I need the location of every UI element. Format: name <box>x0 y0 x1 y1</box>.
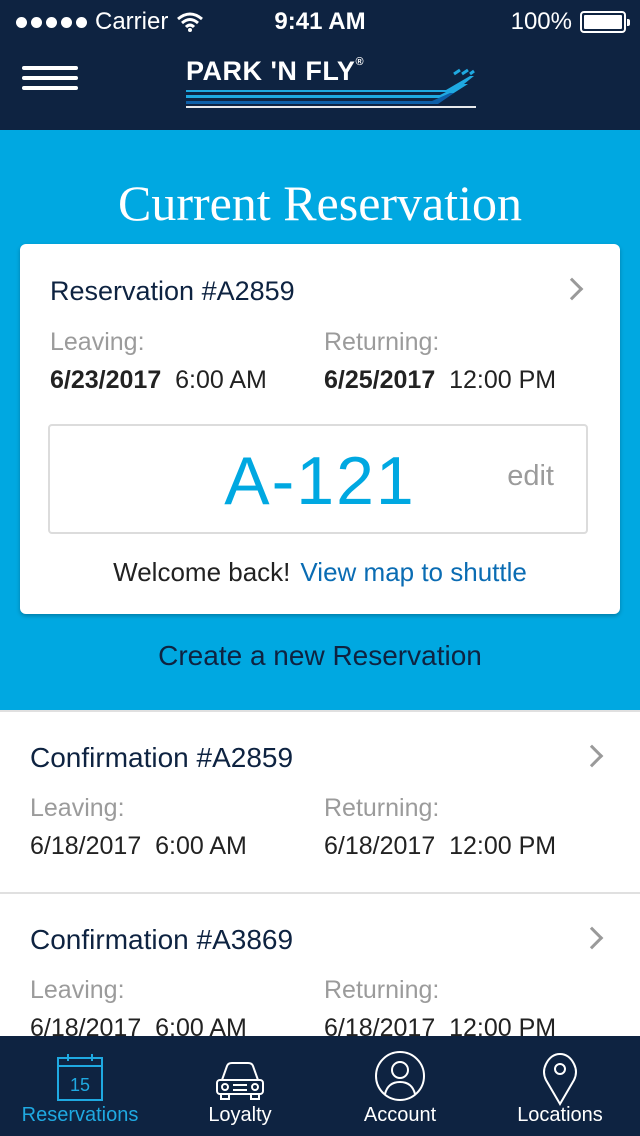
tab-reservations[interactable]: 15 Reservations <box>0 1036 160 1136</box>
confirmation-number: Confirmation #A2859 <box>30 742 294 773</box>
leaving-value: 6/18/2017 6:00 AM <box>30 832 247 860</box>
chevron-right-icon[interactable] <box>580 926 604 950</box>
leaving-label: Leaving: <box>30 794 125 822</box>
edit-spot-button[interactable]: edit <box>507 460 554 493</box>
battery-percent: 100% <box>510 8 572 35</box>
returning-label: Returning: <box>324 328 440 356</box>
app-header: Carrier 9:41 AM 100% PARK 'N FLY® <box>0 0 640 130</box>
tab-account[interactable]: Account <box>320 1036 480 1136</box>
create-reservation-link[interactable]: Create a new Reservation <box>0 640 640 672</box>
leaving-label: Leaving: <box>30 976 125 1004</box>
tab-label: Loyalty <box>208 1104 272 1126</box>
battery-icon <box>580 11 630 33</box>
calendar-icon: 15 <box>57 1054 103 1101</box>
returning-label: Returning: <box>324 794 440 822</box>
park-n-fly-logo: PARK 'N FLY® <box>184 56 476 112</box>
list-item[interactable]: Confirmation #A2859 Leaving: 6/18/2017 6… <box>0 710 640 892</box>
tab-bar: 15 Reservations Loyalty Account Location… <box>0 1036 640 1136</box>
logo-swoosh-icon <box>186 68 476 108</box>
confirmation-number: Confirmation #A3869 <box>30 924 294 955</box>
current-reservation-section: Current Reservation Reservation #A2859 L… <box>0 130 640 710</box>
tab-label: Account <box>363 1104 437 1126</box>
leaving-value: 6/23/2017 6:00 AM <box>50 366 267 395</box>
location-pin-icon <box>543 1052 577 1106</box>
tab-label: Locations <box>517 1104 603 1126</box>
status-bar: Carrier 9:41 AM 100% <box>0 0 640 44</box>
returning-value: 6/25/2017 12:00 PM <box>324 366 556 395</box>
returning-value: 6/18/2017 12:00 PM <box>324 832 557 860</box>
leaving-label: Leaving: <box>50 328 145 356</box>
returning-label: Returning: <box>324 976 440 1004</box>
user-icon <box>375 1051 425 1101</box>
current-reservation-card[interactable]: Reservation #A2859 Leaving: 6/23/2017 6:… <box>20 244 620 614</box>
calendar-day: 15 <box>70 1075 90 1095</box>
reservation-number: Reservation #A2859 <box>50 276 295 306</box>
tab-locations[interactable]: Locations <box>480 1036 640 1136</box>
page-title: Current Reservation <box>117 175 523 231</box>
hamburger-menu-icon[interactable] <box>22 66 78 90</box>
welcome-text: Welcome back! <box>113 557 291 587</box>
chevron-right-icon[interactable] <box>580 744 604 768</box>
returning-time: 12:00 PM <box>449 366 557 394</box>
returning-date: 6/25/2017 <box>324 366 436 394</box>
leaving-date: 6/23/2017 <box>50 366 162 394</box>
chevron-right-icon[interactable] <box>560 277 584 301</box>
leaving-time: 6:00 AM <box>175 366 267 394</box>
welcome-line: Welcome back! View map to shuttle <box>20 557 620 588</box>
car-icon <box>216 1062 264 1100</box>
tab-label: Reservations <box>21 1104 139 1126</box>
view-map-link[interactable]: View map to shuttle <box>300 557 526 587</box>
parking-spot-box: A-121 edit <box>48 424 588 534</box>
tab-loyalty[interactable]: Loyalty <box>160 1036 320 1136</box>
